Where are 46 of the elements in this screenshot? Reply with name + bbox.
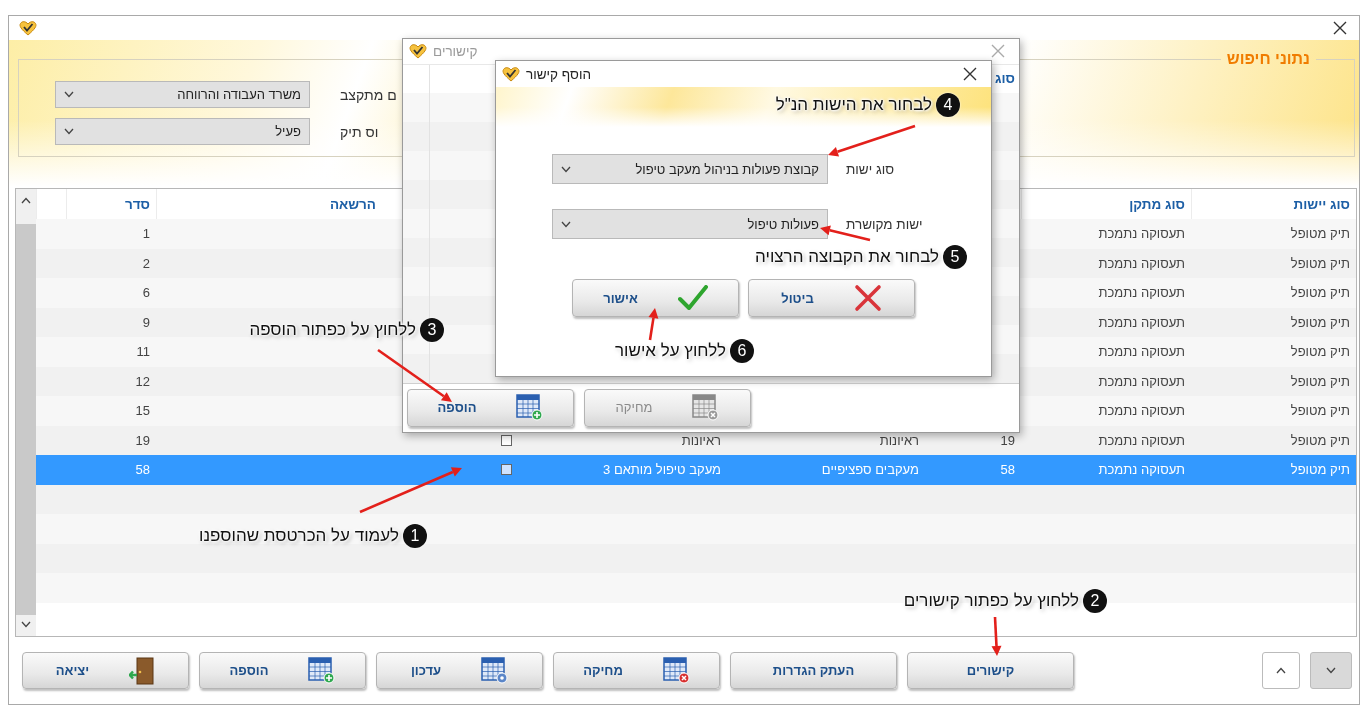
table-cell-text: מעקבים ספציפיים — [820, 462, 920, 478]
table-cell-text: תיק מטופל — [1289, 403, 1351, 419]
table-cell-text: תעסוקה נתמכת — [1097, 403, 1186, 419]
table-cell-text: 19 — [134, 432, 151, 448]
table-cell-text: תיק מטופל — [1289, 344, 1351, 360]
table-cell-text: 12 — [134, 373, 151, 389]
table-cell-text: תיק מטופל — [1289, 285, 1351, 301]
window-title: קישורים — [433, 44, 478, 59]
table-cell-text: תעסוקה נתמכת — [1097, 373, 1186, 389]
annotation-text: לעמוד על הכרטסת שהוספנו — [199, 526, 399, 546]
field-label: סוג ישות — [846, 161, 894, 177]
table-cell-text: תעסוקה נתמכת — [1097, 285, 1186, 301]
table-cell-text: תעסוקה נתמכת — [1097, 255, 1186, 271]
table-cell-text: 58 — [999, 462, 1016, 478]
table-cell-text: תעסוקה נתמכת — [1097, 462, 1186, 478]
annotation-text: לבחור את הקבוצה הרצויה — [755, 247, 939, 267]
table-cell-text: תעסוקה נתמכת — [1097, 226, 1186, 242]
group-title: נתוני חיפוש — [1225, 50, 1311, 68]
table-cell-text: תעסוקה נתמכת — [1097, 314, 1186, 330]
table-cell-text: 19 — [999, 432, 1016, 448]
field-label: ם מתקצב — [340, 86, 397, 103]
table-cell-text: 15 — [134, 403, 151, 419]
table-cell-text: תעסוקה נתמכת — [1097, 432, 1186, 448]
annotation-text: ללחוץ על כפתור הוספה — [249, 320, 416, 340]
annotation-text: לבחור את הישות הנ"ל — [775, 95, 932, 115]
field-label: וס תיק — [340, 123, 379, 140]
window-title: הוסף קישור — [526, 66, 591, 82]
annotation-text: ללחוץ על כפתור קישורים — [903, 591, 1079, 611]
table-cell-text: 11 — [135, 344, 151, 360]
table-cell-text: ראיונות — [878, 432, 920, 448]
table-cell-text: תיק מטופל — [1289, 432, 1351, 448]
table-cell-text: 1 — [141, 226, 151, 242]
table-cell-text: תיק מטופל — [1289, 373, 1351, 389]
table-cell-text: 2 — [141, 255, 151, 271]
table-cell-text: 58 — [134, 462, 151, 478]
table-cell-text: תיק מטופל — [1289, 226, 1351, 242]
table-cell-text: תעסוקה נתמכת — [1097, 344, 1186, 360]
table-cell-text: ראיונות — [680, 432, 722, 448]
field-label: ישות מקושרת — [846, 216, 923, 232]
table-cell-text: תיק מטופל — [1289, 255, 1351, 271]
table-cell-text: תיק מטופל — [1289, 314, 1351, 330]
table-cell-text: מעקב טיפול מותאם 3 — [602, 462, 722, 478]
table-cell-text: 6 — [141, 285, 151, 301]
table-cell-text: תיק מטופל — [1289, 462, 1351, 478]
annotation-text: ללחוץ על אישור — [614, 341, 726, 361]
table-cell-text: 9 — [141, 314, 151, 330]
